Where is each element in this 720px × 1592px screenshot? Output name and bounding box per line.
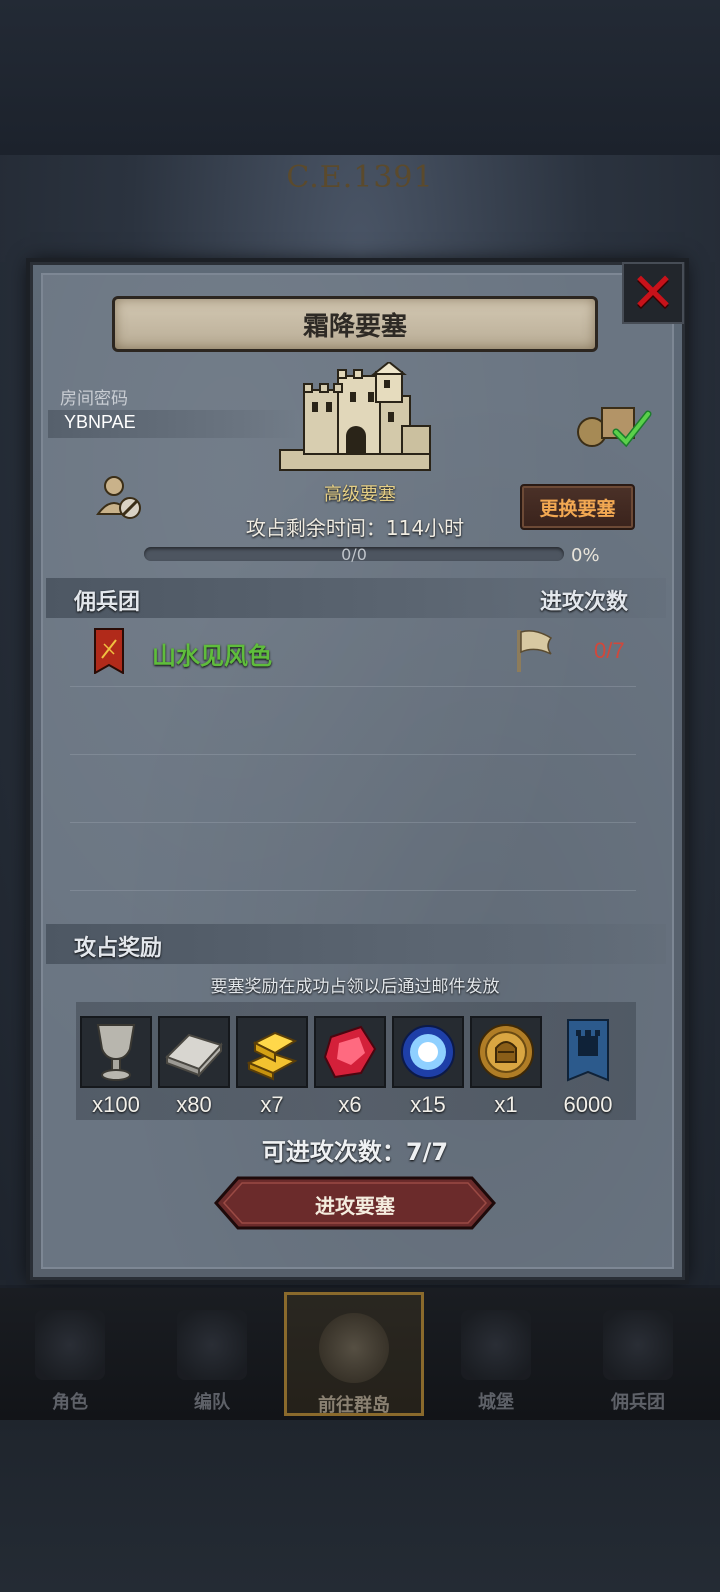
- helmet-icon: [177, 1310, 247, 1380]
- guild-name[interactable]: 山水见风色: [152, 636, 272, 671]
- nav-label: 城堡: [478, 1392, 514, 1413]
- reward-item[interactable]: x100: [80, 1016, 152, 1118]
- reward-item[interactable]: 6000: [552, 1016, 624, 1118]
- reward-quantity: x80: [176, 1092, 212, 1117]
- reward-quantity: 6000: [563, 1092, 613, 1117]
- top-background: [0, 0, 720, 155]
- occupation-progress-text: 0/0: [341, 545, 367, 564]
- guild-attack-count: 0/7: [594, 638, 625, 663]
- dialog-title: 霜降要塞: [302, 311, 407, 342]
- remaining-time: 攻占剩余时间：114小时: [0, 512, 710, 541]
- occupation-progress-percent: 0%: [571, 545, 600, 566]
- attack-fortress-button[interactable]: 进攻要塞: [214, 1176, 496, 1230]
- reward-quantity: x100: [92, 1092, 140, 1117]
- flag-icon: [517, 630, 553, 672]
- row-divider: [70, 822, 636, 823]
- nav-item-islands[interactable]: 前往群岛: [284, 1292, 424, 1416]
- reward-item[interactable]: x1: [470, 1016, 542, 1118]
- available-attacks: 可进攻次数：7/7: [261, 1138, 449, 1166]
- remaining-time-value: 114小时: [385, 516, 465, 540]
- reward-item[interactable]: x7: [236, 1016, 308, 1118]
- remaining-time-label: 攻占剩余时间：: [245, 516, 386, 540]
- close-button[interactable]: ✕: [622, 262, 684, 324]
- room-password-label: 房间密码: [60, 389, 128, 409]
- era-label: C.E.1391: [286, 160, 434, 195]
- row-divider: [70, 754, 636, 755]
- castle-icon: [461, 1310, 531, 1380]
- compass-map-icon: [319, 1313, 389, 1383]
- mercenary-header: 佣兵团: [74, 590, 141, 615]
- reward-quantity: x1: [494, 1092, 518, 1117]
- guild-banner-icon: [94, 628, 124, 674]
- nav-item-mercenary[interactable]: 佣兵团: [568, 1292, 708, 1416]
- knight-icon: [35, 1310, 105, 1380]
- nav-item-formation[interactable]: 编队: [142, 1292, 282, 1416]
- row-divider: [70, 890, 636, 891]
- reward-item[interactable]: x6: [314, 1016, 386, 1118]
- chalice-icon: [96, 1024, 136, 1081]
- reward-quantity: x15: [410, 1092, 446, 1117]
- reward-quantity: x7: [260, 1092, 284, 1117]
- reward-item[interactable]: x80: [158, 1016, 230, 1118]
- title-banner: 霜降要塞: [112, 296, 598, 352]
- nav-item-castle[interactable]: 城堡: [426, 1292, 566, 1416]
- nav-label: 角色: [52, 1392, 88, 1413]
- gold-bars-icon: [246, 1031, 298, 1081]
- fortress-castle-icon: [279, 362, 431, 471]
- ruby-icon: [323, 1025, 377, 1079]
- nav-item-character[interactable]: 角色: [0, 1292, 140, 1416]
- nav-label: 佣兵团: [611, 1392, 665, 1413]
- attack-fortress-label: 进攻要塞: [315, 1194, 395, 1218]
- reward-quantity: x6: [338, 1092, 362, 1117]
- row-divider: [70, 686, 636, 687]
- close-icon: ✕: [630, 261, 676, 324]
- nav-label: 编队: [194, 1392, 230, 1413]
- ship-icon: [603, 1310, 673, 1380]
- blue-orb-icon: [401, 1025, 455, 1079]
- room-password-value[interactable]: YBNPAE: [64, 412, 136, 433]
- reward-item[interactable]: x15: [392, 1016, 464, 1118]
- reward-note: 要塞奖励在成功占领以后通过邮件发放: [210, 977, 500, 997]
- bottom-background: [0, 1420, 720, 1592]
- iron-ingot-icon: [165, 1033, 223, 1077]
- attack-count-header: 进攻次数: [540, 590, 629, 615]
- reward-header: 攻占奖励: [74, 936, 163, 961]
- fortress-banner-icon: [567, 1019, 609, 1082]
- supply-check-icon[interactable]: [576, 402, 656, 450]
- knight-medal-icon: [478, 1024, 534, 1080]
- nav-label: 前往群岛: [318, 1395, 390, 1416]
